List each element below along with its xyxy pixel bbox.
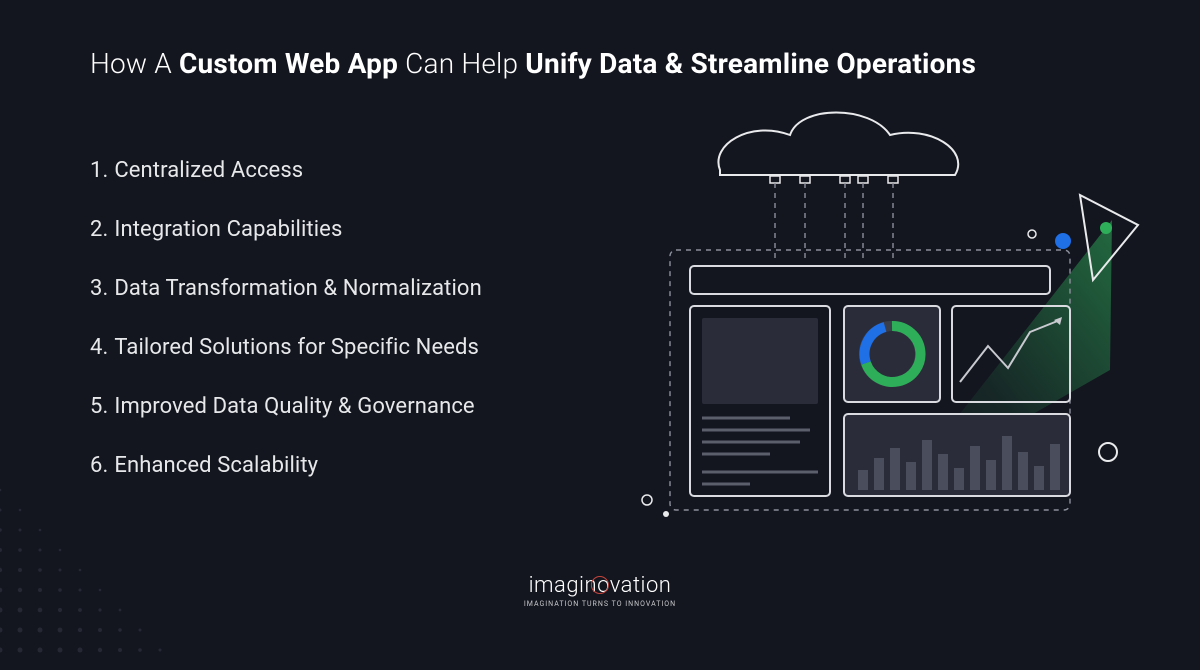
panel-barchart-icon bbox=[844, 414, 1070, 496]
decor-dot-icon bbox=[663, 511, 669, 517]
brand-wordmark: imaginovation bbox=[529, 573, 672, 598]
list-item: 2.Integration Capabilities bbox=[90, 217, 482, 242]
dashboard-illustration bbox=[600, 110, 1140, 530]
cloud-icon bbox=[718, 113, 958, 176]
decor-circle-icon bbox=[642, 495, 652, 505]
panel-topbar-icon bbox=[690, 266, 1050, 294]
panel-donut-icon bbox=[844, 306, 940, 402]
list-item-label: Integration Capabilities bbox=[114, 217, 342, 242]
title-bold-1: Custom Web App bbox=[179, 47, 398, 80]
list-item-label: Tailored Solutions for Specific Needs bbox=[114, 335, 479, 360]
list-item-number: 3. bbox=[90, 276, 108, 301]
list-item-number: 1. bbox=[90, 158, 108, 183]
list-item-label: Centralized Access bbox=[114, 158, 303, 183]
list-item-label: Data Transformation & Normalization bbox=[114, 276, 481, 301]
list-item-number: 2. bbox=[90, 217, 108, 242]
list-item: 4.Tailored Solutions for Specific Needs bbox=[90, 335, 482, 360]
cloud-ports-icon bbox=[770, 176, 898, 183]
spotlight-bulb-icon bbox=[1100, 222, 1112, 234]
brand-name: imaginovation bbox=[529, 573, 672, 598]
list-item: 1.Centralized Access bbox=[90, 158, 482, 183]
panel-left-icon bbox=[690, 306, 830, 496]
decor-circle-icon bbox=[1028, 230, 1036, 238]
decor-circle-icon bbox=[1099, 443, 1117, 461]
connectors-icon bbox=[775, 183, 893, 260]
brand-tagline: IMAGINATION TURNS TO INNOVATION bbox=[524, 600, 676, 608]
dots-corner-icon bbox=[0, 410, 220, 670]
title-part-2: Can Help bbox=[398, 47, 525, 80]
title-bold-2: Unify Data & Streamline Operations bbox=[525, 47, 976, 80]
brand-logo: imaginovation IMAGINATION TURNS TO INNOV… bbox=[524, 573, 676, 608]
list-item: 3.Data Transformation & Normalization bbox=[90, 276, 482, 301]
page-title: How A Custom Web App Can Help Unify Data… bbox=[90, 46, 1110, 82]
title-part-1: How A bbox=[90, 47, 179, 80]
list-item-number: 4. bbox=[90, 335, 108, 360]
decor-dot-icon bbox=[1055, 233, 1071, 249]
